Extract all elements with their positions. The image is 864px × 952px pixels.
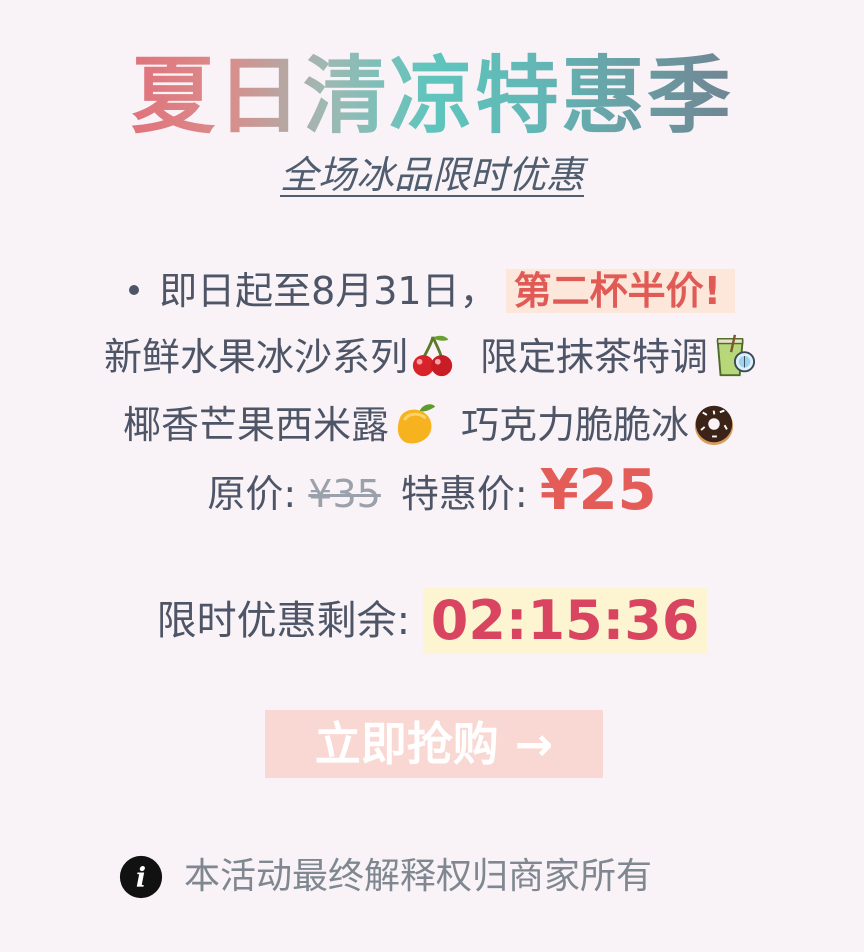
- matcha-drink-icon: [716, 334, 756, 376]
- promo-period-line: 即日起至8月31日， 第二杯半价!: [0, 262, 864, 320]
- footer-disclaimer: i 本活动最终解释权归商家所有: [118, 852, 652, 902]
- promo-highlight: 第二杯半价!: [505, 269, 735, 313]
- cherry-icon: [412, 335, 453, 376]
- product-name: 限定抹茶特调: [480, 335, 709, 379]
- price-line: 原价: ¥35 特惠价: ¥25: [0, 462, 864, 523]
- info-icon: i: [119, 855, 163, 899]
- svg-text:i: i: [136, 863, 146, 894]
- subtitle-text: 全场冰品限时优惠: [279, 153, 584, 197]
- footer-text: 本活动最终解释权归商家所有: [184, 856, 653, 897]
- page-subtitle: 全场冰品限时优惠: [0, 148, 864, 202]
- product-line-1: 新鲜水果冰沙系列 限定抹茶特调: [0, 328, 864, 386]
- promo-period-text: 即日起至8月31日，: [159, 269, 498, 313]
- product-name: 巧克力脆脆冰: [461, 403, 690, 447]
- donut-icon: [694, 405, 734, 445]
- title-text: 夏日清凉特惠季: [130, 47, 733, 145]
- product-line-2: 椰香芒果西米露 巧克力脆脆冰: [0, 396, 864, 454]
- mango-icon: [397, 403, 436, 443]
- special-price: ¥25: [539, 458, 657, 523]
- countdown-label: 限时优惠剩余:: [156, 598, 411, 644]
- countdown-row: 限时优惠剩余: 02:15:36: [0, 588, 864, 654]
- product-name: 新鲜水果冰沙系列: [103, 335, 408, 379]
- countdown-timer: 02:15:36: [422, 588, 708, 654]
- product-name: 椰香芒果西米露: [122, 403, 389, 447]
- bullet-dot: [129, 284, 140, 295]
- promo-page: 夏日清凉特惠季 全场冰品限时优惠 即日起至8月31日， 第二杯半价! 新鲜水果冰沙…: [0, 0, 864, 952]
- buy-now-button[interactable]: 立即抢购 →: [265, 710, 603, 778]
- original-price: ¥35: [308, 472, 381, 516]
- original-price-label: 原价:: [207, 472, 297, 516]
- page-title: 夏日清凉特惠季: [0, 46, 864, 146]
- special-price-label: 特惠价:: [400, 472, 528, 516]
